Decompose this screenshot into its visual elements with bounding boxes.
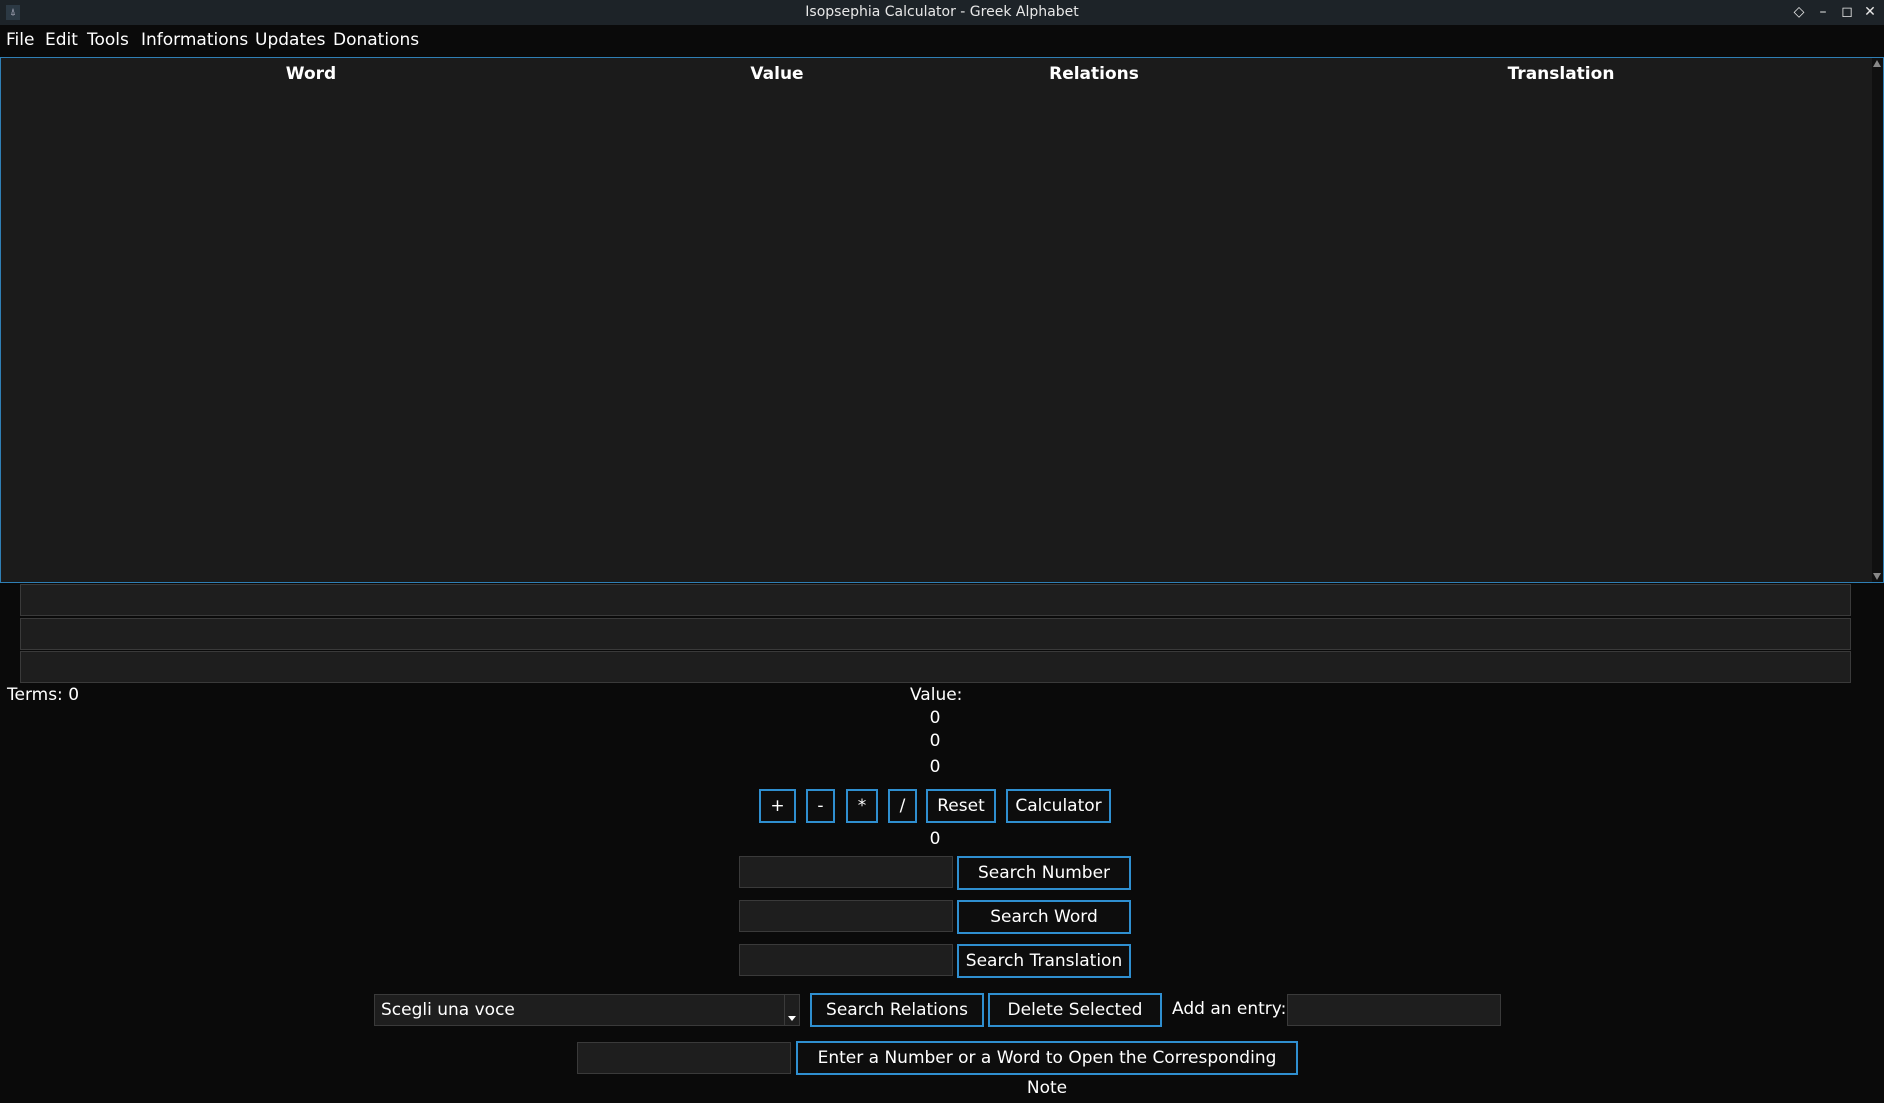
terms-count: Terms: 0 (7, 685, 80, 705)
pin-icon[interactable]: ◇ (1789, 2, 1809, 22)
search-number-button[interactable]: Search Number (957, 856, 1131, 890)
text-field-2[interactable] (20, 618, 1851, 650)
value-display-1: 0 (929, 708, 941, 728)
maximize-icon[interactable]: ◻ (1837, 2, 1857, 22)
plus-button[interactable]: + (759, 789, 796, 823)
relations-dropdown[interactable]: Scegli una voce (374, 994, 800, 1026)
chevron-down-icon[interactable] (784, 995, 799, 1025)
text-field-3[interactable] (20, 651, 1851, 683)
menu-updates[interactable]: Updates (255, 25, 325, 55)
value-display-2: 0 (929, 731, 941, 751)
calculator-button[interactable]: Calculator (1006, 789, 1111, 823)
open-note-button[interactable]: Enter a Number or a Word to Open the Cor… (796, 1041, 1298, 1098)
menu-tools[interactable]: Tools (87, 25, 129, 55)
search-word-input[interactable] (739, 900, 953, 932)
reset-button[interactable]: Reset (926, 789, 996, 823)
dropdown-selected-value: Scegli una voce (381, 1000, 515, 1020)
minus-button[interactable]: - (806, 789, 835, 823)
value-label: Value: (910, 685, 963, 705)
value-display-3: 0 (929, 757, 941, 777)
minimize-icon[interactable]: – (1813, 2, 1833, 22)
scroll-up-icon[interactable] (1873, 60, 1881, 67)
search-translation-button[interactable]: Search Translation (957, 944, 1131, 978)
column-header-word[interactable]: Word (286, 64, 336, 84)
search-word-button[interactable]: Search Word (957, 900, 1131, 934)
note-input[interactable] (577, 1042, 791, 1074)
add-entry-input[interactable] (1287, 994, 1501, 1026)
window-title: Isopsephia Calculator - Greek Alphabet (805, 4, 1079, 20)
search-relations-button[interactable]: Search Relations (810, 993, 984, 1027)
divide-button[interactable]: / (888, 789, 917, 823)
menu-file[interactable]: File (6, 25, 34, 55)
results-table[interactable]: Word Value Relations Translation (0, 57, 1884, 583)
delete-selected-button[interactable]: Delete Selected (988, 993, 1162, 1027)
multiply-button[interactable]: * (846, 789, 878, 823)
column-header-value[interactable]: Value (750, 64, 803, 84)
column-header-translation[interactable]: Translation (1508, 64, 1615, 84)
result-display: 0 (929, 829, 941, 849)
search-number-input[interactable] (739, 856, 953, 888)
search-translation-input[interactable] (739, 944, 953, 976)
menu-informations[interactable]: Informations (141, 25, 248, 55)
table-scrollbar[interactable] (1872, 58, 1883, 582)
add-entry-label: Add an entry: (1172, 999, 1287, 1019)
menu-donations[interactable]: Donations (333, 25, 419, 55)
title-bar: ⍋ Isopsephia Calculator - Greek Alphabet… (0, 0, 1884, 25)
menu-edit[interactable]: Edit (45, 25, 78, 55)
column-header-relations[interactable]: Relations (1049, 64, 1139, 84)
menu-bar: File Edit Tools Informations Updates Don… (0, 25, 1884, 55)
close-icon[interactable]: ✕ (1860, 2, 1880, 22)
scroll-down-icon[interactable] (1873, 573, 1881, 580)
text-field-1[interactable] (20, 584, 1851, 616)
